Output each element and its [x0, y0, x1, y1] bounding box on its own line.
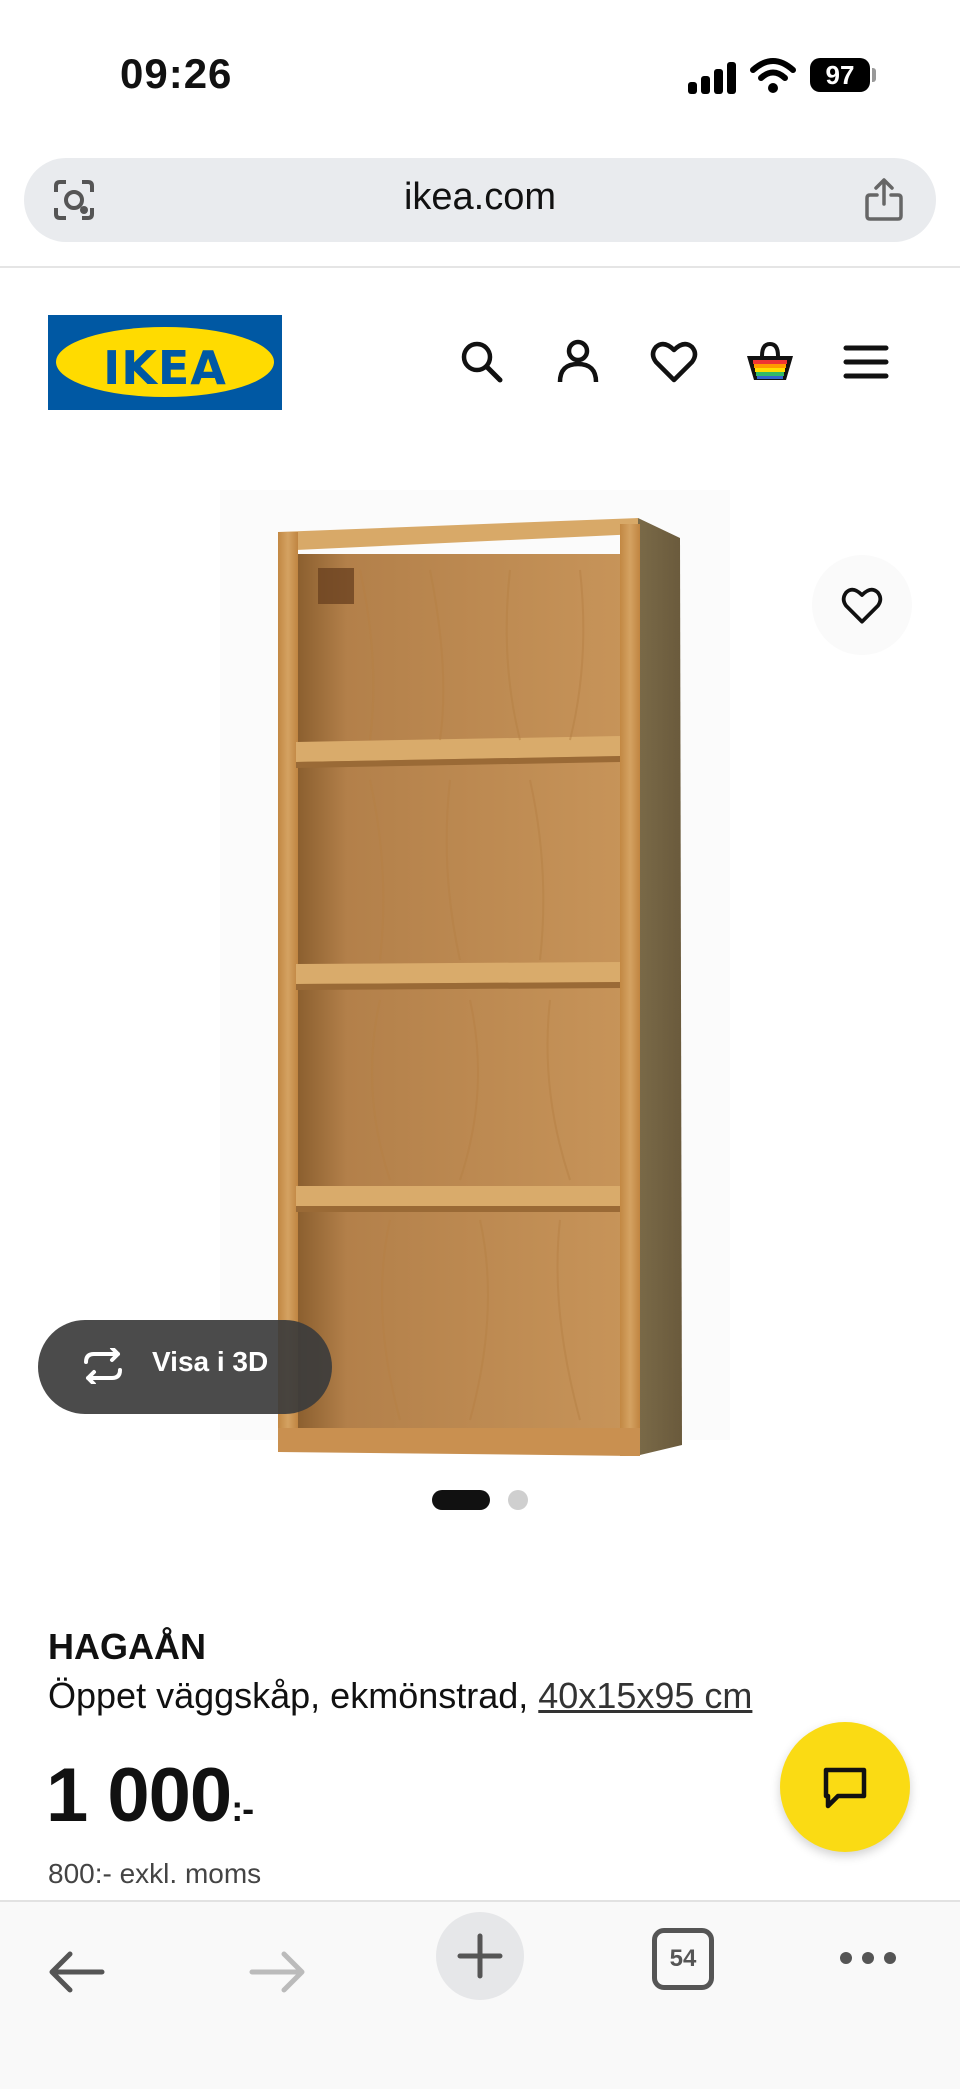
- price-amount: 1 000: [46, 1753, 232, 1838]
- share-icon[interactable]: [864, 176, 904, 222]
- ikea-logo[interactable]: IKEA: [48, 315, 282, 410]
- carousel-dot-active[interactable]: [432, 1490, 490, 1510]
- wall-cabinet-image: [278, 518, 682, 1456]
- plus-icon: [457, 1933, 503, 1979]
- chat-icon: [823, 1767, 867, 1809]
- url-text[interactable]: ikea.com: [24, 176, 936, 219]
- menu-icon[interactable]: [840, 336, 892, 388]
- divider: [0, 266, 960, 268]
- price-suffix: :-: [231, 1788, 254, 1829]
- carousel-indicator: [0, 1490, 960, 1510]
- product-size-link[interactable]: 40x15x95 cm: [538, 1675, 752, 1716]
- forward-arrow-icon[interactable]: [248, 1950, 308, 1994]
- heart-icon: [841, 587, 883, 624]
- status-time: 09:26: [120, 50, 233, 97]
- battery-cap: [872, 68, 876, 82]
- product-type: Öppet väggskåp, ekmönstrad,: [48, 1675, 539, 1716]
- product-price: 1 000:-: [46, 1752, 254, 1839]
- wifi-icon: [750, 58, 796, 93]
- back-arrow-icon[interactable]: [46, 1950, 106, 1994]
- add-to-favorites-button[interactable]: [812, 555, 912, 655]
- cellular-signal-icon: [688, 62, 736, 94]
- product-description: Öppet väggskåp, ekmönstrad, 40x15x95 cm: [48, 1675, 752, 1717]
- cart-icon[interactable]: [744, 336, 796, 388]
- favorites-icon[interactable]: [648, 336, 700, 388]
- status-bar: 09:26 97: [0, 0, 960, 150]
- search-icon[interactable]: [456, 336, 508, 388]
- chat-button[interactable]: [780, 1722, 910, 1852]
- browser-toolbar: 54: [0, 1900, 960, 2089]
- price-excl-vat: 800:- exkl. moms: [48, 1858, 262, 1889]
- account-icon[interactable]: [552, 336, 604, 388]
- logo-text: IKEA: [103, 341, 227, 395]
- product-name: HAGAÅN: [48, 1626, 206, 1667]
- view-in-3d-button[interactable]: Visa i 3D: [38, 1320, 332, 1414]
- view-in-3d-label: Visa i 3D: [152, 1346, 269, 1377]
- tab-switcher-button[interactable]: 54: [652, 1928, 714, 1990]
- new-tab-button[interactable]: [436, 1912, 524, 2000]
- more-options-icon[interactable]: [838, 1950, 898, 1966]
- battery-level: 97: [810, 58, 870, 92]
- carousel-dot[interactable]: [508, 1490, 528, 1510]
- address-bar[interactable]: ikea.com: [24, 158, 936, 242]
- rotate-3d-icon: [84, 1348, 122, 1384]
